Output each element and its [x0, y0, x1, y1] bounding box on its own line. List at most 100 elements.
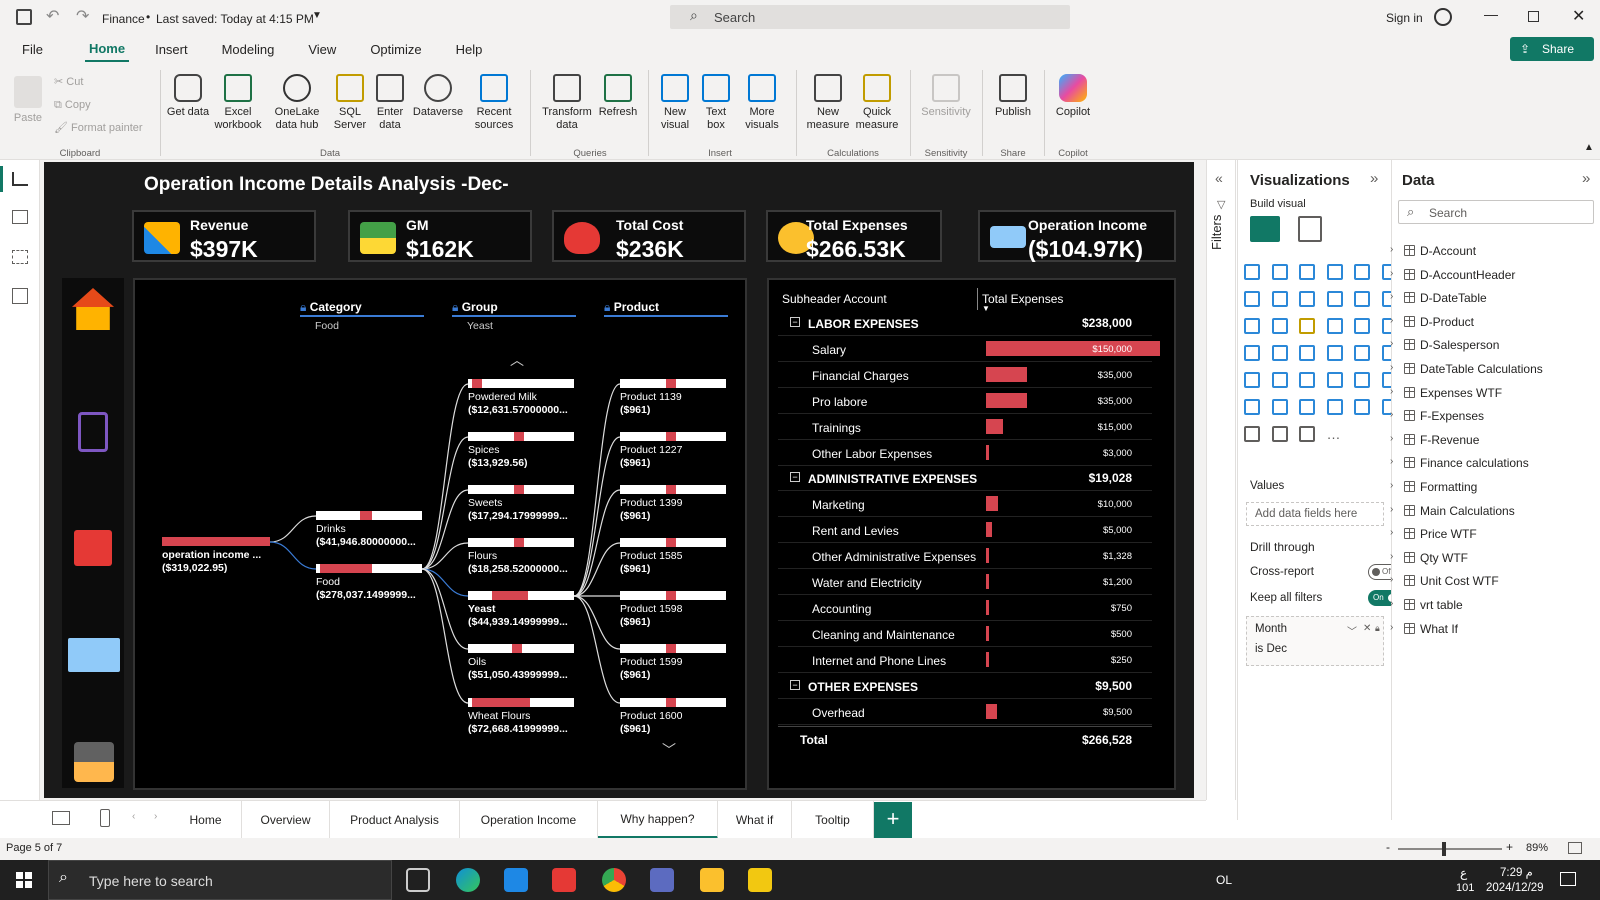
- tree-node[interactable]: Product 1227 ($961): [620, 432, 726, 470]
- chevron-down-icon[interactable]: ﹀: [1347, 623, 1357, 638]
- visual-type-icon[interactable]: [1244, 399, 1260, 415]
- chrome-icon[interactable]: [602, 868, 626, 892]
- chevron-right-icon[interactable]: ›: [1390, 409, 1393, 420]
- page-tab[interactable]: Operation Income: [460, 801, 598, 839]
- data-table-item[interactable]: › Unit Cost WTF: [1390, 574, 1499, 588]
- data-table-item[interactable]: › vrt table: [1390, 598, 1463, 612]
- tree-node[interactable]: Product 1399 ($961): [620, 485, 726, 523]
- visual-type-icon[interactable]: [1244, 426, 1260, 442]
- matrix-group-row[interactable]: − ADMINISTRATIVE EXPENSES $19,028: [778, 466, 1152, 492]
- visual-type-icon[interactable]: [1271, 264, 1288, 280]
- clock-date[interactable]: 2024/12/29: [1486, 882, 1544, 894]
- filters-pane[interactable]: « ▽ Filters: [1206, 160, 1236, 800]
- scroll-up-icon[interactable]: ︿: [510, 350, 524, 370]
- scroll-down-icon[interactable]: ﹀: [662, 740, 676, 760]
- collapse-group-icon[interactable]: −: [790, 317, 800, 327]
- visual-type-icon[interactable]: [1299, 318, 1315, 334]
- visual-type-icon[interactable]: [1271, 291, 1288, 307]
- page-tab[interactable]: Tooltip: [792, 801, 874, 839]
- data-table-item[interactable]: › D-Salesperson: [1390, 338, 1499, 352]
- zoom-slider-thumb[interactable]: [1442, 842, 1446, 856]
- visual-type-icon[interactable]: [1326, 264, 1343, 280]
- tree-node[interactable]: Product 1139 ($961): [620, 379, 726, 417]
- chevron-right-icon[interactable]: ›: [1390, 362, 1393, 373]
- data-table-item[interactable]: › D-DateTable: [1390, 291, 1487, 305]
- matrix-row[interactable]: Financial Charges $35,000: [778, 363, 1152, 388]
- visual-type-icon[interactable]: [1299, 291, 1315, 307]
- visual-type-icon[interactable]: [1299, 426, 1315, 442]
- visual-type-icon[interactable]: [1326, 399, 1343, 415]
- add-page-button[interactable]: +: [874, 802, 912, 838]
- matrix-row[interactable]: Marketing $10,000: [778, 492, 1152, 518]
- visual-type-icon[interactable]: [1326, 291, 1343, 307]
- visual-type-icon[interactable]: [1244, 372, 1260, 388]
- data-table-item[interactable]: › F-Revenue: [1390, 433, 1479, 447]
- data-table-item[interactable]: › D-AccountHeader: [1390, 268, 1515, 282]
- collapse-group-icon[interactable]: −: [790, 472, 800, 483]
- app-icon[interactable]: [650, 868, 674, 892]
- tree-node[interactable]: Product 1585 ($961): [620, 538, 726, 576]
- expand-filters-icon[interactable]: «: [1215, 170, 1223, 186]
- visual-type-icon[interactable]: [1354, 291, 1370, 307]
- chevron-right-icon[interactable]: ›: [1390, 504, 1393, 515]
- desktop-layout-icon[interactable]: [52, 811, 70, 825]
- build-visual-tab[interactable]: [1250, 216, 1280, 242]
- visual-type-icon[interactable]: [1326, 345, 1343, 361]
- tree-node[interactable]: Wheat Flours ($72,668.41999999...: [468, 698, 574, 736]
- clock-time[interactable]: 7:29 م: [1500, 865, 1533, 879]
- zoom-slider[interactable]: [1398, 848, 1502, 850]
- matrix-row[interactable]: Accounting $750: [778, 596, 1152, 621]
- data-table-item[interactable]: › Finance calculations: [1390, 456, 1529, 470]
- mobile-layout-icon[interactable]: [100, 809, 110, 827]
- matrix-row[interactable]: Rent and Levies $5,000: [778, 518, 1152, 544]
- visual-type-icon[interactable]: [1271, 426, 1288, 442]
- chevron-right-icon[interactable]: ›: [1390, 244, 1393, 255]
- matrix-row[interactable]: Internet and Phone Lines $250: [778, 648, 1152, 673]
- chevron-right-icon[interactable]: ›: [1390, 574, 1393, 585]
- task-view-icon[interactable]: [406, 868, 430, 892]
- visual-type-icon[interactable]: [1354, 318, 1370, 334]
- keyboard-indicator[interactable]: ع: [1460, 866, 1467, 880]
- visual-type-icon[interactable]: [1271, 372, 1288, 388]
- tree-node[interactable]: Powdered Milk ($12,631.57000000...: [468, 379, 574, 417]
- page-tab[interactable]: Home: [170, 801, 242, 839]
- visual-type-icon[interactable]: [1271, 399, 1288, 415]
- matrix-row[interactable]: Other Administrative Expenses $1,328: [778, 544, 1152, 570]
- chevron-right-icon[interactable]: ›: [1390, 480, 1393, 491]
- chevron-right-icon[interactable]: ›: [1390, 433, 1393, 444]
- visual-type-icon[interactable]: [1299, 264, 1315, 280]
- visual-type-icon[interactable]: [1354, 372, 1370, 388]
- chevron-right-icon[interactable]: ›: [1390, 622, 1393, 633]
- tree-node[interactable]: Flours ($18,258.52000000...: [468, 538, 574, 576]
- page-tab[interactable]: What if: [718, 801, 792, 839]
- visual-type-icon[interactable]: [1299, 372, 1315, 388]
- chevron-right-icon[interactable]: ›: [1390, 291, 1393, 302]
- chevron-right-icon[interactable]: ›: [1390, 456, 1393, 467]
- matrix-row[interactable]: Pro labore $35,000: [778, 389, 1152, 414]
- data-table-item[interactable]: › Main Calculations: [1390, 504, 1515, 518]
- prev-page-icon[interactable]: ‹: [132, 811, 135, 822]
- collapse-group-icon[interactable]: −: [790, 679, 800, 690]
- visual-type-icon[interactable]: [1299, 345, 1315, 361]
- chevron-right-icon[interactable]: ›: [1390, 268, 1393, 279]
- page-tab[interactable]: Product Analysis: [330, 801, 460, 839]
- chevron-right-icon[interactable]: ›: [1390, 551, 1393, 562]
- remove-filter-icon[interactable]: ✕: [1363, 623, 1371, 634]
- store-icon[interactable]: [552, 868, 576, 892]
- tree-node[interactable]: Drinks ($41,946.80000000...: [316, 511, 422, 549]
- visual-type-icon[interactable]: [1326, 372, 1343, 388]
- filter-card-month[interactable]: Month ﹀ ✕ 🔒︎ is Dec: [1246, 616, 1384, 666]
- zoom-level[interactable]: 89%: [1526, 842, 1548, 854]
- tree-node[interactable]: Spices ($13,929.56): [468, 432, 574, 470]
- matrix-row[interactable]: Trainings $15,000: [778, 415, 1152, 440]
- tree-root-node[interactable]: operation income ... ($319,022.95): [162, 537, 270, 575]
- file-explorer-icon[interactable]: [700, 868, 724, 892]
- matrix-row[interactable]: Water and Electricity $1,200: [778, 570, 1152, 595]
- visual-type-icon[interactable]: [1244, 318, 1260, 334]
- data-table-item[interactable]: › F-Expenses: [1390, 409, 1484, 423]
- matrix-row[interactable]: Salary $150,000: [778, 337, 1160, 362]
- matrix-row[interactable]: Other Labor Expenses $3,000: [778, 441, 1152, 466]
- data-table-item[interactable]: › Qty WTF: [1390, 551, 1468, 565]
- notification-icon[interactable]: [1560, 872, 1576, 886]
- chevron-right-icon[interactable]: ›: [1390, 386, 1393, 397]
